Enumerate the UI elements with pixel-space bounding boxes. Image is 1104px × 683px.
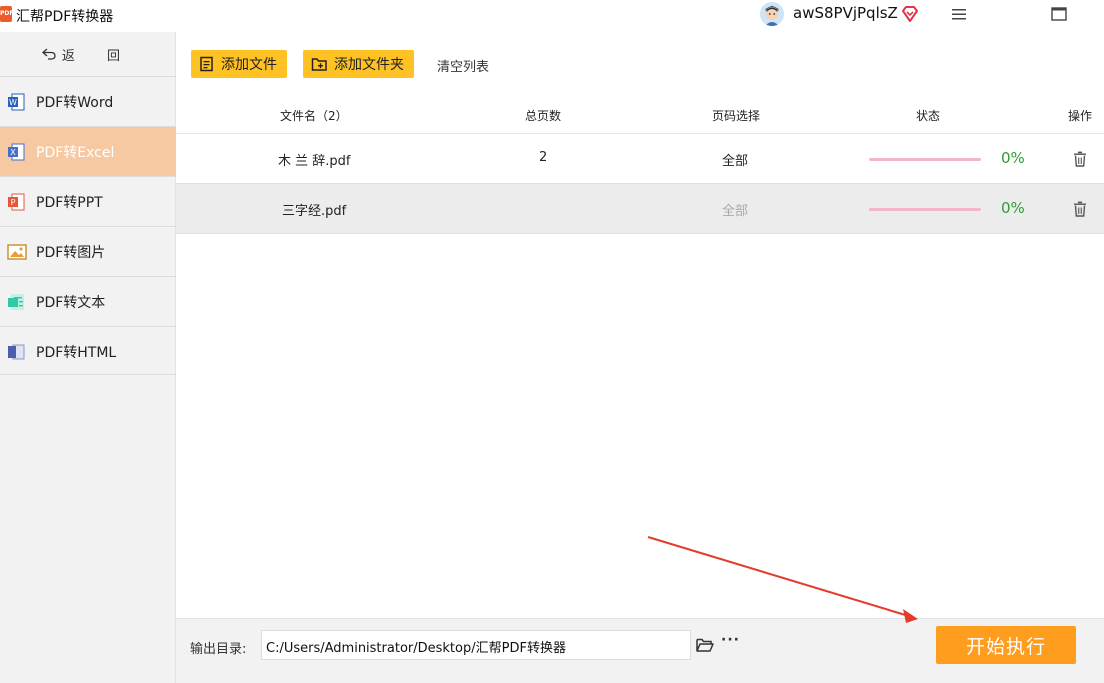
add-folder-icon xyxy=(311,58,327,71)
header-total-pages: 总页数 xyxy=(525,109,562,123)
file-name: 三字经.pdf xyxy=(282,204,347,219)
avatar[interactable] xyxy=(760,2,784,26)
clear-list-button[interactable]: 清空列表 xyxy=(437,56,489,75)
header-status: 状态 xyxy=(916,109,941,123)
delete-icon[interactable] xyxy=(1073,201,1087,217)
page-range-select[interactable]: 全部 xyxy=(722,150,748,169)
progress-percent: 0% xyxy=(1001,149,1025,167)
svg-text:P: P xyxy=(11,198,16,207)
start-button[interactable]: 开始执行 xyxy=(936,626,1076,664)
hamburger-icon xyxy=(952,9,966,20)
text-icon xyxy=(7,293,25,311)
folder-open-icon[interactable] xyxy=(696,637,714,653)
table-row[interactable]: 三字经.pdf 全部 0% xyxy=(176,184,1104,234)
app-window: PDF 汇帮PDF转换器 awS8PVjPqlsZ 返 回 W PDF转Word… xyxy=(0,0,1104,683)
progress-bar xyxy=(869,208,981,211)
toolbar: 添加文件 添加文件夹 清空列表 xyxy=(176,32,1104,96)
menu-button[interactable] xyxy=(936,0,982,28)
app-logo: PDF xyxy=(0,6,13,22)
excel-icon: X xyxy=(7,143,25,161)
more-options-icon[interactable]: ··· xyxy=(721,632,740,648)
vip-diamond-icon[interactable] xyxy=(900,4,920,24)
word-icon: W xyxy=(7,93,25,111)
progress-bar xyxy=(869,158,981,161)
sidebar-item-pdf-to-text[interactable]: PDF转文本 xyxy=(0,276,176,326)
sidebar-item-label: PDF转文本 xyxy=(36,294,106,311)
sidebar-item-label: PDF转图片 xyxy=(36,244,106,261)
header-filename: 文件名（2） xyxy=(280,109,348,123)
sidebar-item-label: PDF转Word xyxy=(36,94,114,111)
back-button[interactable]: 返 回 xyxy=(0,32,176,76)
sidebar-item-pdf-to-word[interactable]: W PDF转Word xyxy=(0,76,176,126)
table-header: 文件名（2） 总页数 页码选择 状态 操作 xyxy=(176,96,1104,134)
output-path-field[interactable]: C:/Users/Administrator/Desktop/汇帮PDF转换器 xyxy=(261,630,691,660)
header-action: 操作 xyxy=(1068,109,1093,123)
add-folder-button[interactable]: 添加文件夹 xyxy=(303,50,414,78)
add-file-button[interactable]: 添加文件 xyxy=(191,50,287,78)
sidebar: 返 回 W PDF转Word X PDF转Excel P PDF转PPT PDF… xyxy=(0,32,176,683)
user-name[interactable]: awS8PVjPqlsZ xyxy=(793,4,898,22)
maximize-button[interactable] xyxy=(1036,0,1082,28)
image-icon xyxy=(7,243,27,261)
add-file-icon xyxy=(200,56,213,72)
page-range-select[interactable]: 全部 xyxy=(722,200,748,219)
header-page-range: 页码选择 xyxy=(712,109,761,123)
output-footer: 输出目录: C:/Users/Administrator/Desktop/汇帮P… xyxy=(176,618,1104,683)
sidebar-item-label: PDF转PPT xyxy=(36,194,103,211)
svg-text:W: W xyxy=(9,98,17,107)
back-arrow-icon xyxy=(41,48,56,60)
ppt-icon: P xyxy=(7,193,25,211)
svg-text:X: X xyxy=(10,148,16,157)
title-bar: PDF 汇帮PDF转换器 awS8PVjPqlsZ xyxy=(0,0,1104,32)
sidebar-divider xyxy=(0,374,176,375)
file-name: 木 兰 辞.pdf xyxy=(278,154,351,169)
sidebar-item-pdf-to-excel[interactable]: X PDF转Excel xyxy=(0,126,176,176)
html-icon xyxy=(7,343,25,361)
sidebar-item-label: PDF转Excel xyxy=(36,144,115,161)
maximize-icon xyxy=(1051,7,1067,21)
add-folder-label: 添加文件夹 xyxy=(334,57,404,73)
back-label: 返 回 xyxy=(61,48,135,64)
table-row[interactable]: 木 兰 辞.pdf 2 全部 0% xyxy=(176,134,1104,184)
sidebar-item-pdf-to-html[interactable]: PDF转HTML xyxy=(0,326,176,376)
main-panel: 添加文件 添加文件夹 清空列表 文件名（2） 总页数 页码选择 状态 操作 木 … xyxy=(176,32,1104,683)
output-dir-label: 输出目录: xyxy=(190,642,247,657)
sidebar-item-pdf-to-ppt[interactable]: P PDF转PPT xyxy=(0,176,176,226)
add-file-label: 添加文件 xyxy=(221,57,277,73)
user-avatar-icon xyxy=(760,2,784,26)
delete-icon[interactable] xyxy=(1073,151,1087,167)
progress-percent: 0% xyxy=(1001,199,1025,217)
page-count: 2 xyxy=(539,150,548,165)
app-title: 汇帮PDF转换器 xyxy=(16,9,114,25)
sidebar-item-label: PDF转HTML xyxy=(36,344,117,361)
sidebar-item-pdf-to-image[interactable]: PDF转图片 xyxy=(0,226,176,276)
